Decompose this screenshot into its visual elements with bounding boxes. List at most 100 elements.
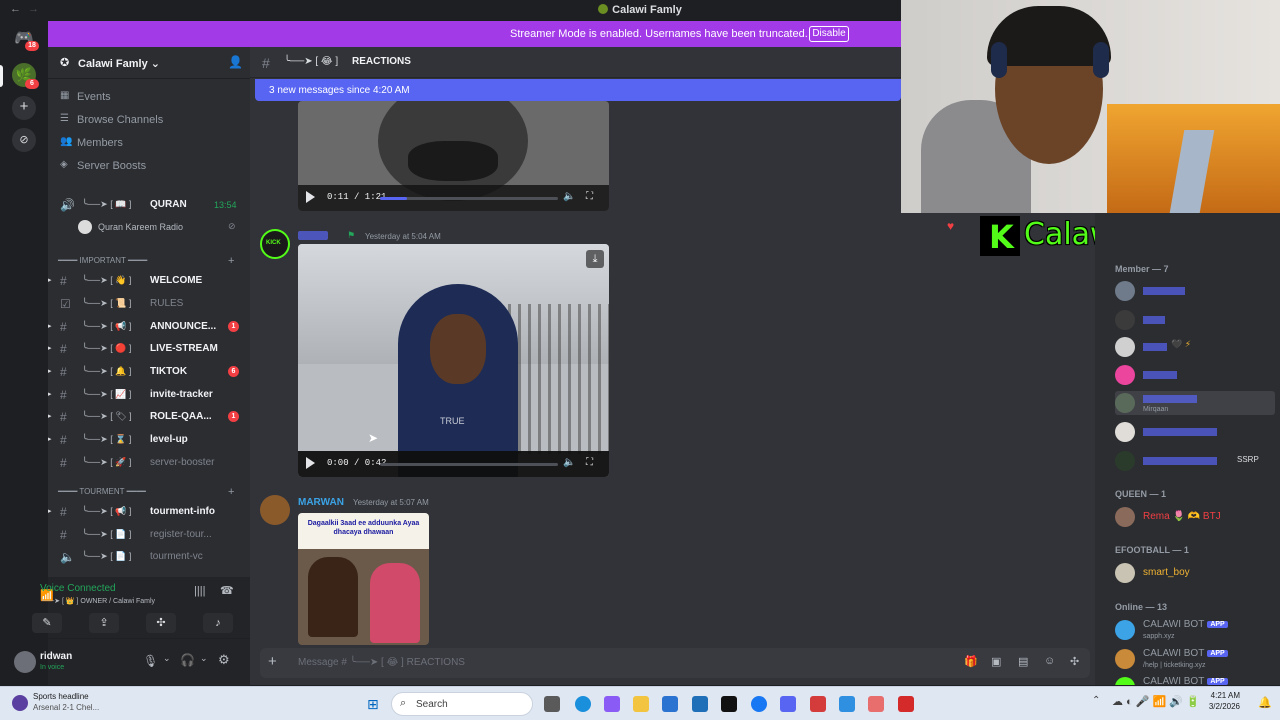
voice-connected-title[interactable]: Voice Connected bbox=[40, 583, 116, 594]
chevron-down-icon[interactable]: ⌄ bbox=[163, 653, 171, 664]
play-icon[interactable] bbox=[306, 191, 315, 203]
add-attachment-icon[interactable]: + bbox=[268, 653, 277, 670]
author-name[interactable]: MARWAN bbox=[298, 497, 344, 508]
member-item[interactable]: Mirqaan bbox=[1115, 391, 1275, 415]
news-title[interactable]: Sports headline bbox=[33, 692, 89, 701]
member-item[interactable]: 🖤 ⚡ bbox=[1115, 335, 1275, 359]
headphones-icon[interactable]: 🎧 bbox=[180, 653, 195, 667]
fullscreen-icon[interactable]: ⛶ bbox=[586, 457, 593, 468]
channel-invite-tracker[interactable]: ▸ # ╰──➤ [ 📈 ] invite-tracker bbox=[48, 384, 246, 405]
video-player-2[interactable]: TRUE ⤓ 0:00 / 0:42 🔈 ⛶ bbox=[298, 244, 609, 477]
gif-icon[interactable]: ▣ bbox=[991, 655, 1001, 668]
video-player-1[interactable]: 0:11 / 1:21 🔈 ⛶ bbox=[298, 101, 609, 211]
message-composer[interactable]: + Message # ╰──➤ [ 😂 ] REACTIONS 🎁 ▣ ▤ ☺… bbox=[260, 648, 1090, 678]
emoji-icon[interactable]: ☺ bbox=[1044, 655, 1055, 667]
activities-icon[interactable]: ✣ bbox=[146, 613, 176, 633]
channel-welcome[interactable]: ▸ # ╰──➤ [ 👋 ] WELCOME bbox=[48, 270, 246, 291]
author-avatar[interactable]: KICK bbox=[260, 229, 290, 259]
copilot-icon[interactable] bbox=[604, 696, 620, 712]
server-header[interactable]: ✪ Calawi Famly ⌄ 👤 bbox=[48, 47, 250, 79]
channel-tourment-vc[interactable]: 🔈 ╰──➤ [ 📄 ] tourment-vc bbox=[52, 546, 246, 567]
video-seekbar[interactable] bbox=[380, 197, 558, 200]
app-icon[interactable] bbox=[868, 696, 884, 712]
play-icon[interactable] bbox=[306, 457, 315, 469]
volume-icon[interactable]: 🔈 bbox=[563, 191, 575, 202]
new-messages-bar[interactable]: 3 new messages since 4:20 AM bbox=[255, 79, 901, 101]
app-icon[interactable] bbox=[898, 696, 914, 712]
member-item[interactable]: CALAWI BOT APP sapph.xyz bbox=[1115, 618, 1275, 642]
member-item[interactable] bbox=[1115, 308, 1275, 332]
add-channel-icon[interactable]: + bbox=[228, 486, 234, 498]
gear-icon[interactable]: ⚙ bbox=[218, 652, 230, 668]
tray-icons[interactable]: ☁ ◐ 🎤 📶 🔊 🔋 bbox=[1112, 695, 1200, 708]
channel-level-up[interactable]: ▸ # ╰──➤ [ ⌛ ] level-up bbox=[48, 429, 246, 450]
channel-announcements[interactable]: ▸ # ╰──➤ [ 📢 ] ANNOUNCE... 1 bbox=[48, 316, 246, 337]
news-widget-icon[interactable] bbox=[12, 695, 28, 711]
category-important[interactable]: ━━━━ IMPORTANT ━━━━ + bbox=[58, 255, 243, 270]
member-item[interactable] bbox=[1115, 279, 1275, 303]
apps-icon[interactable]: ✣ bbox=[1070, 655, 1079, 668]
defender-icon[interactable] bbox=[839, 696, 855, 712]
download-icon[interactable]: ⤓ bbox=[586, 250, 604, 268]
taskbar-search[interactable]: ⌕ Search bbox=[391, 692, 533, 716]
add-server-icon[interactable]: + bbox=[12, 96, 36, 120]
volume-icon[interactable]: 🔈 bbox=[563, 457, 575, 468]
store-icon[interactable] bbox=[662, 696, 678, 712]
member-item[interactable]: CALAWI BOT APP/help | ticketking.xyz bbox=[1115, 647, 1275, 671]
facebook-icon[interactable] bbox=[751, 696, 767, 712]
author-avatar[interactable] bbox=[260, 495, 290, 525]
obs-icon[interactable] bbox=[810, 696, 826, 712]
category-tourment[interactable]: ━━━━ TOURMENT ━━━━ + bbox=[58, 486, 243, 501]
discord-taskbar-icon[interactable] bbox=[780, 696, 796, 712]
channel-server-booster[interactable]: # ╰──➤ [ 🚀 ] server-booster bbox=[52, 452, 246, 473]
fullscreen-icon[interactable]: ⛶ bbox=[586, 191, 593, 202]
clock-date[interactable]: 3/2/2026 bbox=[1200, 702, 1240, 711]
disconnect-icon[interactable]: ☎ bbox=[220, 584, 234, 597]
add-channel-icon[interactable]: + bbox=[228, 255, 234, 267]
sticker-icon[interactable]: ▤ bbox=[1018, 655, 1028, 668]
disable-streamer-button[interactable]: Disable bbox=[809, 26, 849, 42]
author-name-redacted[interactable] bbox=[298, 231, 328, 240]
member-item[interactable] bbox=[1115, 363, 1275, 387]
windows-start-icon[interactable]: ⊞ bbox=[367, 696, 379, 713]
server-name[interactable]: Calawi Famly ⌄ bbox=[78, 57, 160, 70]
menu-members[interactable]: 👥 Members bbox=[60, 133, 240, 153]
voice-channel-quran[interactable]: 🔊 ╰──➤ [ 📖 ] QURAN 13:54 bbox=[52, 194, 246, 215]
member-item[interactable]: Rema 🌷 🫶 BTJ bbox=[1115, 505, 1275, 529]
edge-icon[interactable] bbox=[575, 696, 591, 712]
channel-tiktok[interactable]: ▸ # ╰──➤ [ 🔔 ] TIKTOK 6 bbox=[48, 361, 246, 382]
image-attachment[interactable]: Dagaalkii 3aad ee adduunka Ayaa dhacaya … bbox=[298, 513, 429, 645]
clock-time[interactable]: 4:21 AM bbox=[1208, 691, 1240, 700]
discover-icon[interactable]: ⊘ bbox=[12, 128, 36, 152]
tiktok-icon[interactable] bbox=[721, 696, 737, 712]
menu-browse-channels[interactable]: ☰ Browse Channels bbox=[60, 110, 240, 130]
camera-off-icon[interactable]: ✎ bbox=[32, 613, 62, 633]
member-item[interactable]: SSRP bbox=[1115, 449, 1275, 473]
voice-member[interactable]: Quran Kareem Radio ⊘ bbox=[78, 218, 248, 236]
message-input[interactable]: Message # ╰──➤ [ 😂 ] REACTIONS bbox=[298, 657, 465, 668]
user-avatar[interactable] bbox=[14, 651, 36, 673]
chevron-down-icon[interactable]: ⌄ bbox=[200, 653, 208, 664]
member-item[interactable]: CALAWI BOT APP bbox=[1115, 675, 1275, 685]
channel-role-qaa[interactable]: ▸ # ╰──➤ [ 🏷 ] ROLE-QAA... 1 bbox=[48, 406, 246, 427]
channel-tourment-info[interactable]: ▸ # ╰──➤ [ 📢 ] tourment-info bbox=[48, 501, 246, 522]
menu-events[interactable]: ▦ Events bbox=[60, 87, 240, 107]
file-explorer-icon[interactable] bbox=[633, 696, 649, 712]
channel-rules[interactable]: ☑ ╰──➤ [ 📜 ] RULES bbox=[52, 293, 246, 314]
member-item[interactable] bbox=[1115, 420, 1275, 444]
tray-chevron-icon[interactable]: ⌃ bbox=[1092, 695, 1100, 706]
menu-server-boosts[interactable]: ◈ Server Boosts bbox=[60, 156, 240, 176]
channel-register-tourment[interactable]: # ╰──➤ [ 📄 ] register-tour... bbox=[52, 524, 246, 545]
member-item[interactable]: smart_boy bbox=[1115, 561, 1275, 585]
notifications-icon[interactable]: 🔔 bbox=[1258, 696, 1272, 709]
vscode-icon[interactable] bbox=[692, 696, 708, 712]
channel-live-stream[interactable]: ▸ # ╰──➤ [ 🔴 ] LIVE-STREAM bbox=[48, 338, 246, 359]
screenshare-icon[interactable]: ⇪ bbox=[89, 613, 119, 633]
video-seekbar[interactable] bbox=[380, 463, 558, 466]
invite-people-icon[interactable]: 👤 bbox=[228, 55, 243, 69]
soundboard-icon[interactable]: ♪ bbox=[203, 613, 233, 633]
noise-suppression-icon[interactable]: |||| bbox=[194, 585, 205, 597]
gift-icon[interactable]: 🎁 bbox=[964, 655, 978, 668]
microphone-icon[interactable]: 🎙 bbox=[143, 654, 158, 668]
task-view-icon[interactable] bbox=[544, 696, 560, 712]
